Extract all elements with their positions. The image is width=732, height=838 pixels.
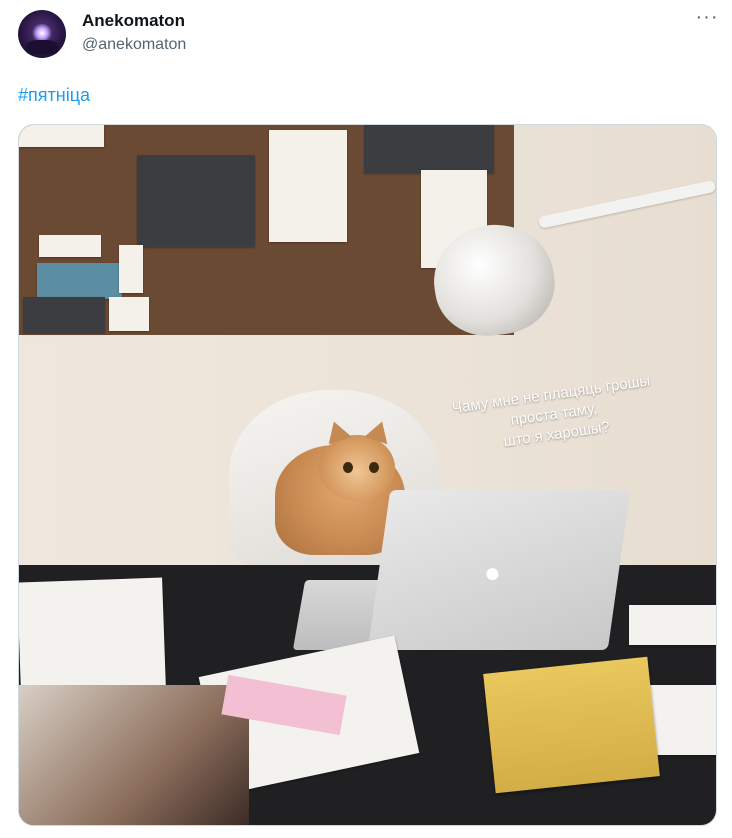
magazine	[19, 685, 249, 825]
pinned-fashion-sheet	[269, 130, 347, 242]
avatar[interactable]	[18, 10, 66, 58]
paper-stack	[19, 577, 166, 693]
hashtag-link[interactable]: #пятніца	[18, 85, 90, 106]
pinned-note	[119, 245, 143, 293]
author-handle[interactable]: @anekomaton	[82, 36, 186, 54]
cat-head	[319, 435, 395, 501]
apple-logo-icon: ●	[484, 557, 501, 588]
patterned-card	[649, 685, 716, 755]
more-horizontal-icon: ···	[695, 6, 719, 28]
more-options-button[interactable]: ···	[694, 6, 720, 32]
avatar-figure-icon	[26, 40, 58, 54]
pinned-card	[37, 263, 122, 299]
white-notebook	[629, 605, 716, 645]
pinned-card	[19, 125, 104, 147]
pinned-photo	[364, 125, 494, 173]
pinned-ticket	[39, 235, 101, 257]
cat-eye	[343, 462, 353, 473]
cat-eye	[369, 462, 379, 473]
pinned-card	[109, 297, 149, 331]
pinned-photo	[137, 155, 255, 247]
tweet-media-image[interactable]: ● Чаму мне не плацяць грошы проста таму,…	[18, 124, 717, 826]
pinned-card	[23, 297, 105, 333]
yellow-book-stack	[483, 656, 660, 794]
author-display-name[interactable]: Anekomaton	[82, 11, 185, 31]
